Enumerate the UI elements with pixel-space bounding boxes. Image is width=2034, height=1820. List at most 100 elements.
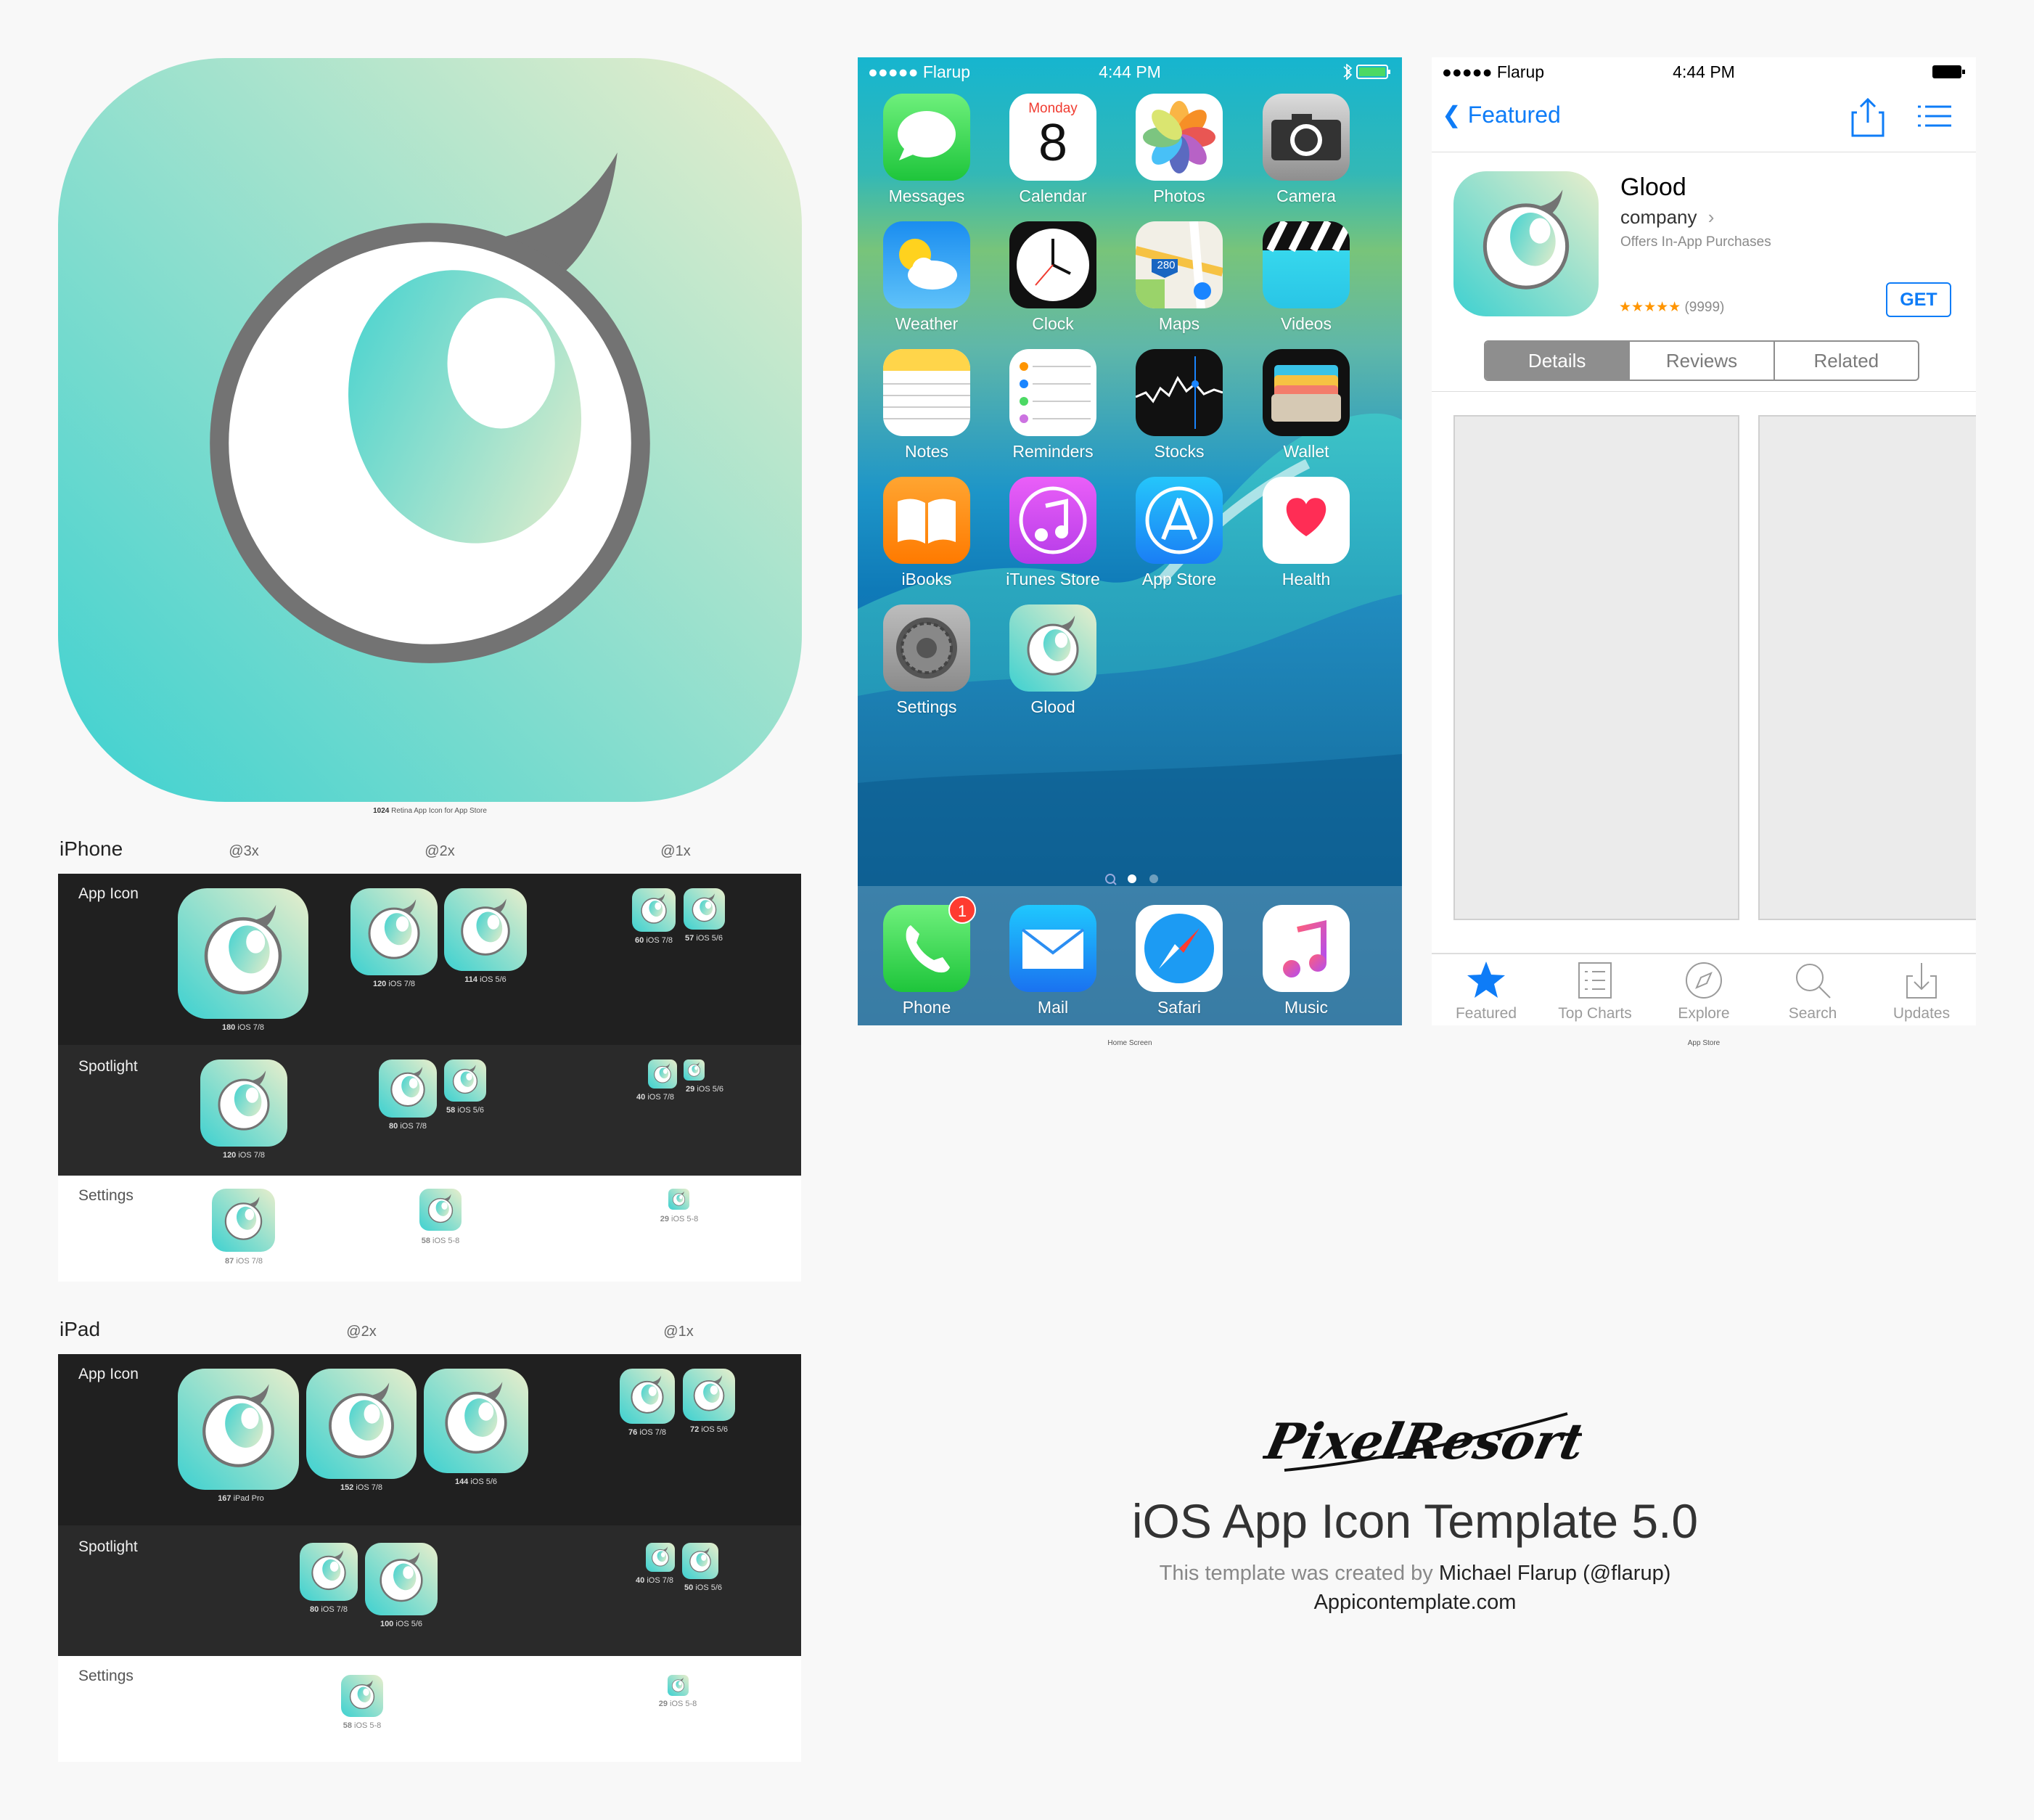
app-photos[interactable]: Photos <box>1125 94 1234 206</box>
clock-label: 4:44 PM <box>1673 62 1735 81</box>
credit-prefix: This template was created by <box>1159 1562 1433 1585</box>
app-icon-58 <box>341 1675 383 1717</box>
app-wallet[interactable]: Wallet <box>1252 349 1361 462</box>
app-notes[interactable]: Notes <box>872 349 981 462</box>
notes-icon <box>883 349 970 436</box>
ibooks-icon <box>883 477 970 564</box>
weather-icon <box>883 221 970 308</box>
tab-updates[interactable]: Updates <box>1867 960 1976 1022</box>
app-settings[interactable]: Settings <box>872 604 981 717</box>
app-icon-29 <box>684 1059 705 1081</box>
app-itunes-store[interactable]: iTunes Store <box>998 477 1107 589</box>
app-camera[interactable]: Camera <box>1252 94 1361 206</box>
eye-logo-icon <box>1009 604 1096 692</box>
app-icon-29 <box>668 1189 689 1210</box>
share-icon[interactable] <box>1851 98 1885 137</box>
row-label: Settings <box>78 1187 134 1204</box>
size-label: 144 iOS 5/6 <box>454 1477 498 1486</box>
iap-note: Offers In-App Purchases <box>1620 234 1771 250</box>
compass-icon <box>1686 962 1722 999</box>
app-ibooks[interactable]: iBooks <box>872 477 981 589</box>
rating-count: (9999) <box>1684 300 1725 315</box>
screenshot-placeholder[interactable] <box>1758 415 1976 920</box>
app-icon-100 <box>365 1543 438 1615</box>
app-icon-120 <box>350 888 438 975</box>
size-label: 57 iOS 5/6 <box>685 934 723 943</box>
home-screen-caption: Home Screen <box>1107 1039 1152 1047</box>
eye-logo-icon <box>444 888 527 971</box>
app-videos[interactable]: Videos <box>1252 221 1361 334</box>
app-icon-58 <box>419 1189 462 1231</box>
app-store-icon <box>1136 477 1223 564</box>
eye-logo-icon <box>682 1543 718 1579</box>
tab-top-charts[interactable]: Top Charts <box>1541 960 1649 1022</box>
eye-logo-icon <box>424 1369 528 1473</box>
eye-logo-icon <box>178 1369 299 1490</box>
app-weather[interactable]: Weather <box>872 221 981 334</box>
ipad-section-title: iPad <box>60 1318 101 1340</box>
chevron-right-icon: › <box>1707 206 1715 228</box>
screenshot-placeholder[interactable] <box>1453 415 1739 920</box>
chevron-left-icon: ❮ <box>1442 102 1461 128</box>
app-glood[interactable]: Glood <box>998 604 1107 717</box>
home-screen-mockup: ●●●●● Flarup 4:44 PM Messages Monday 8 C… <box>858 57 1402 1025</box>
app-calendar[interactable]: Monday 8 Calendar <box>998 94 1107 206</box>
app-app-store[interactable]: App Store <box>1125 477 1234 589</box>
template-url-link[interactable]: Appicontemplate.com <box>943 1591 1887 1615</box>
app-icon-87 <box>212 1189 275 1252</box>
app-stocks[interactable]: Stocks <box>1125 349 1234 462</box>
big-icon-caption-text: Retina App Icon for App Store <box>391 807 487 815</box>
size-label: 87 iOS 7/8 <box>225 1257 263 1266</box>
app-icon-40 <box>648 1059 677 1089</box>
messages-icon <box>883 94 970 181</box>
credit-name[interactable]: Michael Flarup (@flarup) <box>1439 1562 1671 1585</box>
app-title: Glood <box>1620 173 1686 201</box>
app-music[interactable]: Music <box>1252 905 1361 1017</box>
app-health[interactable]: Health <box>1252 477 1361 589</box>
back-button[interactable]: ❮ Featured <box>1442 101 1561 128</box>
app-label: iBooks <box>901 570 952 589</box>
clock-icon <box>1009 221 1096 308</box>
app-mail[interactable]: Mail <box>998 905 1107 1017</box>
big-icon-caption-size: 1024 <box>373 807 390 815</box>
size-label: 60 iOS 7/8 <box>635 936 673 945</box>
segment-related[interactable]: Related <box>1773 342 1918 380</box>
app-maps[interactable]: 280 Maps <box>1125 221 1234 334</box>
app-label: App Store <box>1141 570 1217 589</box>
developer-link[interactable]: company › <box>1620 206 1714 229</box>
glood-app-icon[interactable] <box>1453 171 1599 316</box>
app-phone[interactable]: 1 Phone <box>872 896 981 1017</box>
list-menu-icon[interactable] <box>1918 104 1951 128</box>
ipad-settings-row: Settings 58 iOS 5-8 29 iOS 5-8 <box>58 1656 801 1762</box>
tab-search[interactable]: Search <box>1758 960 1867 1022</box>
app-reminders[interactable]: Reminders <box>998 349 1107 462</box>
size-label: 120 iOS 7/8 <box>372 980 416 988</box>
calendar-date: 8 <box>1038 114 1068 172</box>
segment-details[interactable]: Details <box>1485 342 1629 380</box>
get-button[interactable]: GET <box>1886 282 1951 317</box>
page-indicator[interactable] <box>1103 872 1161 886</box>
battery-icon <box>1931 64 1967 80</box>
app-messages[interactable]: Messages <box>872 94 981 206</box>
music-note-icon <box>1263 905 1350 992</box>
app-safari[interactable]: Safari <box>1125 905 1234 1017</box>
row-label: App Icon <box>78 1366 139 1382</box>
app-store-mockup: ●●●●● Flarup 4:44 PM ❮ Featured Glood co… <box>1432 57 1976 1025</box>
battery-icon <box>1341 64 1393 80</box>
tab-featured[interactable]: Featured <box>1432 960 1541 1022</box>
eye-logo-icon <box>668 1675 689 1696</box>
eye-logo-icon <box>300 1543 358 1601</box>
app-clock[interactable]: Clock <box>998 221 1107 334</box>
tab-explore[interactable]: Explore <box>1649 960 1758 1022</box>
segmented-control: Details Reviews Related <box>1484 340 1919 381</box>
size-label: 58 iOS 5-8 <box>421 1237 460 1245</box>
size-label: 40 iOS 7/8 <box>636 1576 673 1585</box>
app-label: Reminders <box>1012 442 1094 461</box>
size-label: 80 iOS 7/8 <box>310 1605 348 1614</box>
segment-reviews[interactable]: Reviews <box>1628 342 1773 380</box>
developer-label: company <box>1620 206 1697 228</box>
app-label: Health <box>1281 570 1331 589</box>
camera-icon <box>1263 94 1350 181</box>
app-label: Phone <box>902 998 951 1017</box>
app-icon-152 <box>306 1369 417 1479</box>
